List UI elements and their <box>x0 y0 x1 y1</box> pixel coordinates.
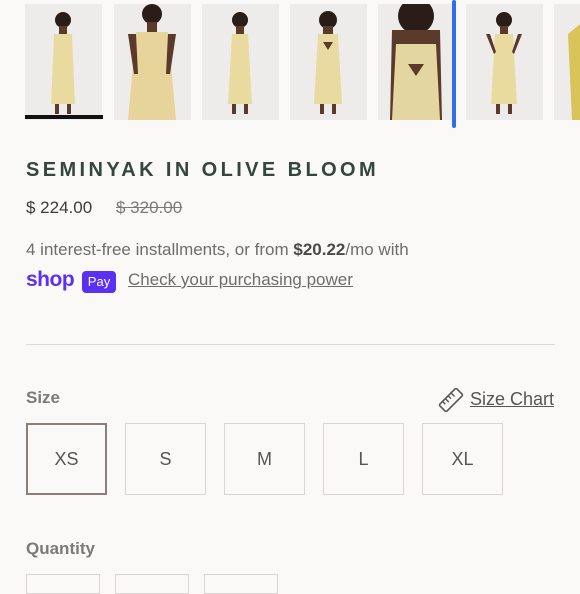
size-option-l[interactable]: L <box>323 423 404 495</box>
gallery-thumbnail[interactable] <box>466 4 543 120</box>
compare-price: $ 320.00 <box>116 198 183 217</box>
quantity-label: Quantity <box>26 539 95 558</box>
gallery-thumbnail[interactable] <box>202 4 279 120</box>
size-option-m[interactable]: M <box>224 423 305 495</box>
installments-text: 4 interest-free installments, or from $2… <box>26 240 409 259</box>
size-option-xl[interactable]: XL <box>422 423 503 495</box>
product-title: SEMINYAK IN OLIVE BLOOM <box>26 159 380 181</box>
quantity-decrement-button[interactable] <box>26 574 100 594</box>
ruler-icon <box>438 388 464 412</box>
active-thumbnail-indicator <box>25 115 103 119</box>
size-option-s[interactable]: S <box>125 423 206 495</box>
size-label: Size <box>26 388 61 407</box>
product-gallery <box>0 0 580 128</box>
pay-badge: Pay <box>82 271 116 293</box>
size-option-xs[interactable]: XS <box>26 423 107 495</box>
gallery-thumbnail[interactable] <box>114 4 191 120</box>
shop-pay-logo: shop <box>26 268 75 291</box>
quantity-value-field[interactable] <box>115 574 189 594</box>
gallery-thumbnail[interactable] <box>290 4 367 120</box>
gallery-thumbnail[interactable] <box>554 4 580 120</box>
size-chart-label: Size Chart <box>470 389 555 409</box>
divider <box>26 344 555 345</box>
gallery-thumbnail[interactable] <box>25 4 102 120</box>
gallery-thumbnail[interactable] <box>378 4 455 120</box>
quantity-increment-button[interactable] <box>204 574 278 594</box>
product-price: $ 224.00 <box>26 198 93 217</box>
scroll-indicator <box>452 0 456 128</box>
purchasing-power-link[interactable]: Check your purchasing power <box>128 270 353 290</box>
